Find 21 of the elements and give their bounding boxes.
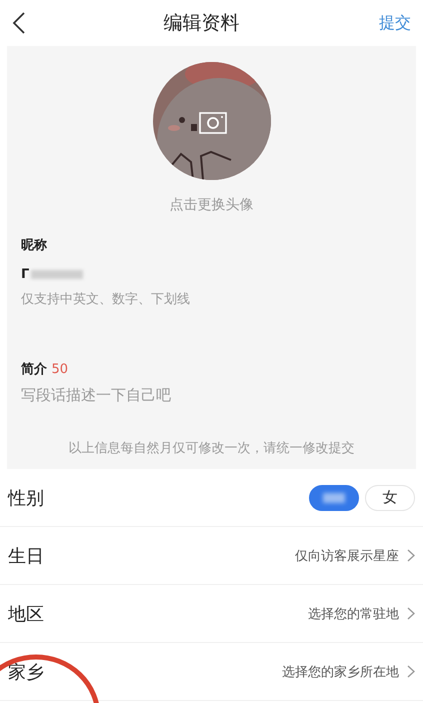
submit-button[interactable]: 提交 xyxy=(377,10,413,36)
nickname-label: 昵称 xyxy=(21,237,48,254)
page-title: 编辑资料 xyxy=(164,11,240,36)
gender-option[interactable]: 女 xyxy=(365,484,415,510)
camera-icon[interactable] xyxy=(198,112,226,134)
row-label: 地区 xyxy=(8,602,44,626)
nickname-hint: 仅支持中英文、数字、下划线 xyxy=(21,291,191,308)
chevron-icon xyxy=(407,607,415,620)
row-label: 性别 xyxy=(8,486,44,510)
back-icon[interactable] xyxy=(12,11,26,35)
row-value[interactable]: 选择您的常驻地 xyxy=(308,604,399,622)
row-label: 家乡 xyxy=(8,660,44,684)
row-value[interactable]: 选择您的家乡所在地 xyxy=(282,662,399,680)
gender-option[interactable] xyxy=(309,484,359,510)
chevron-icon xyxy=(407,549,415,562)
row-label: 生日 xyxy=(8,544,44,568)
row-value[interactable]: 仅向访客展示星座 xyxy=(295,546,399,564)
notice-text: 以上信息每自然月仅可修改一次，请统一修改提交 xyxy=(68,440,354,457)
bio-label: 简介 50 xyxy=(21,361,70,378)
chevron-icon xyxy=(407,665,415,678)
nickname-value[interactable]: Γ xyxy=(21,266,30,282)
